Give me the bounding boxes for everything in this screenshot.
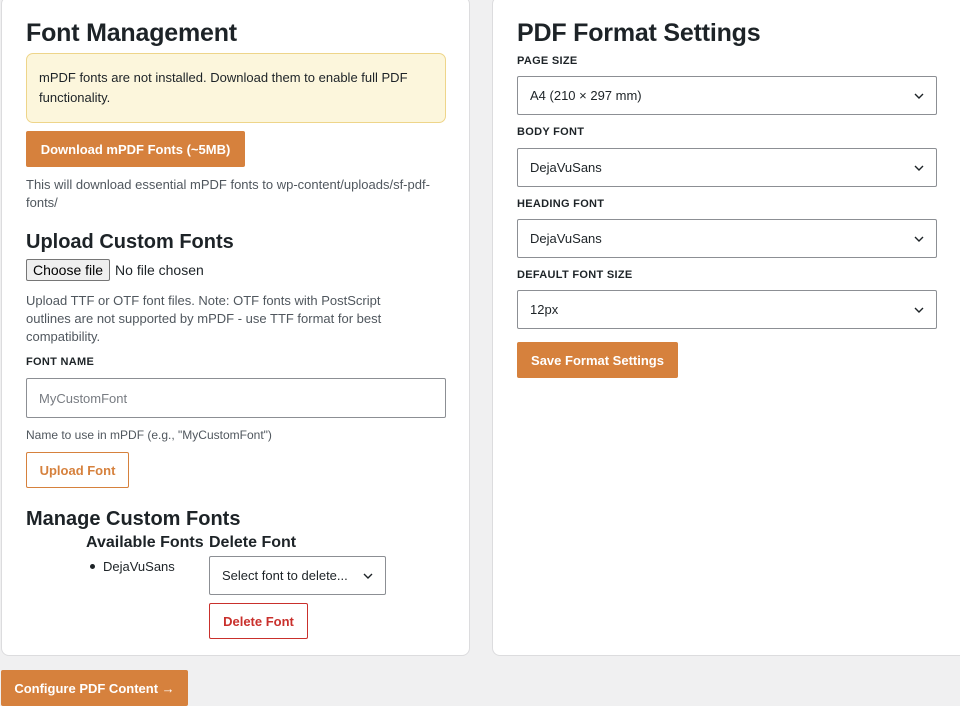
default-font-size-select[interactable]: 12px [517, 290, 937, 329]
fonts-not-installed-notice: mPDF fonts are not installed. Download t… [26, 53, 446, 123]
delete-font-heading: Delete Font [209, 534, 297, 551]
notice-text: mPDF fonts are not installed. Download t… [39, 70, 408, 105]
chevron-down-icon [363, 571, 373, 581]
available-fonts-list: DejaVuSans [90, 559, 175, 574]
body-font-value: DejaVuSans [530, 160, 602, 175]
heading-font-select[interactable]: DejaVuSans [517, 219, 937, 258]
chevron-down-icon [914, 305, 924, 315]
page-size-select[interactable]: A4 (210 × 297 mm) [517, 76, 937, 115]
body-font-select[interactable]: DejaVuSans [517, 148, 937, 187]
chevron-down-icon [914, 91, 924, 101]
heading-font-value: DejaVuSans [530, 231, 602, 246]
font-name-input[interactable] [26, 378, 446, 418]
font-name-label: FONT NAME [26, 356, 95, 368]
font-name-help: Name to use in mPDF (e.g., "MyCustomFont… [26, 428, 272, 442]
delete-select-value: Select font to delete... [222, 568, 348, 583]
choose-file-button[interactable]: Choose file [26, 259, 111, 281]
font-management-title: Font Management [26, 19, 237, 47]
chevron-down-icon [914, 234, 924, 244]
upload-custom-fonts-title: Upload Custom Fonts [26, 231, 234, 253]
file-input[interactable]: Choose file No file chosen [26, 259, 204, 281]
manage-custom-fonts-title: Manage Custom Fonts [26, 508, 241, 530]
heading-font-label: HEADING FONT [517, 198, 605, 210]
upload-font-button[interactable]: Upload Font [26, 452, 129, 488]
font-size-value: 12px [530, 302, 559, 317]
font-management-panel: Font Management mPDF fonts are not insta… [1, 0, 470, 656]
available-fonts-heading: Available Fonts [86, 534, 204, 551]
delete-font-button[interactable]: Delete Font [209, 603, 308, 639]
page-size-value: A4 (210 × 297 mm) [530, 88, 642, 103]
list-item: DejaVuSans [90, 559, 175, 574]
download-mpdf-fonts-button[interactable]: Download mPDF Fonts (~5MB) [26, 131, 245, 167]
body-font-label: BODY FONT [517, 126, 585, 138]
no-file-chosen-text: No file chosen [115, 262, 204, 278]
page-size-label: PAGE SIZE [517, 55, 578, 67]
chevron-down-icon [914, 163, 924, 173]
upload-description: Upload TTF or OTF font files. Note: OTF … [26, 293, 382, 344]
pdf-format-settings-panel: PDF Format Settings PAGE SIZE A4 (210 × … [492, 0, 960, 656]
configure-pdf-content-button[interactable]: Configure PDF Content → [1, 670, 188, 706]
delete-font-select[interactable]: Select font to delete... [209, 556, 386, 595]
font-item-label: DejaVuSans [103, 559, 175, 574]
pdf-format-settings-title: PDF Format Settings [517, 19, 761, 47]
download-description: This will download essential mPDF fonts … [26, 177, 430, 210]
default-font-size-label: DEFAULT FONT SIZE [517, 269, 633, 281]
save-format-settings-button[interactable]: Save Format Settings [517, 342, 678, 378]
bullet [90, 564, 95, 569]
